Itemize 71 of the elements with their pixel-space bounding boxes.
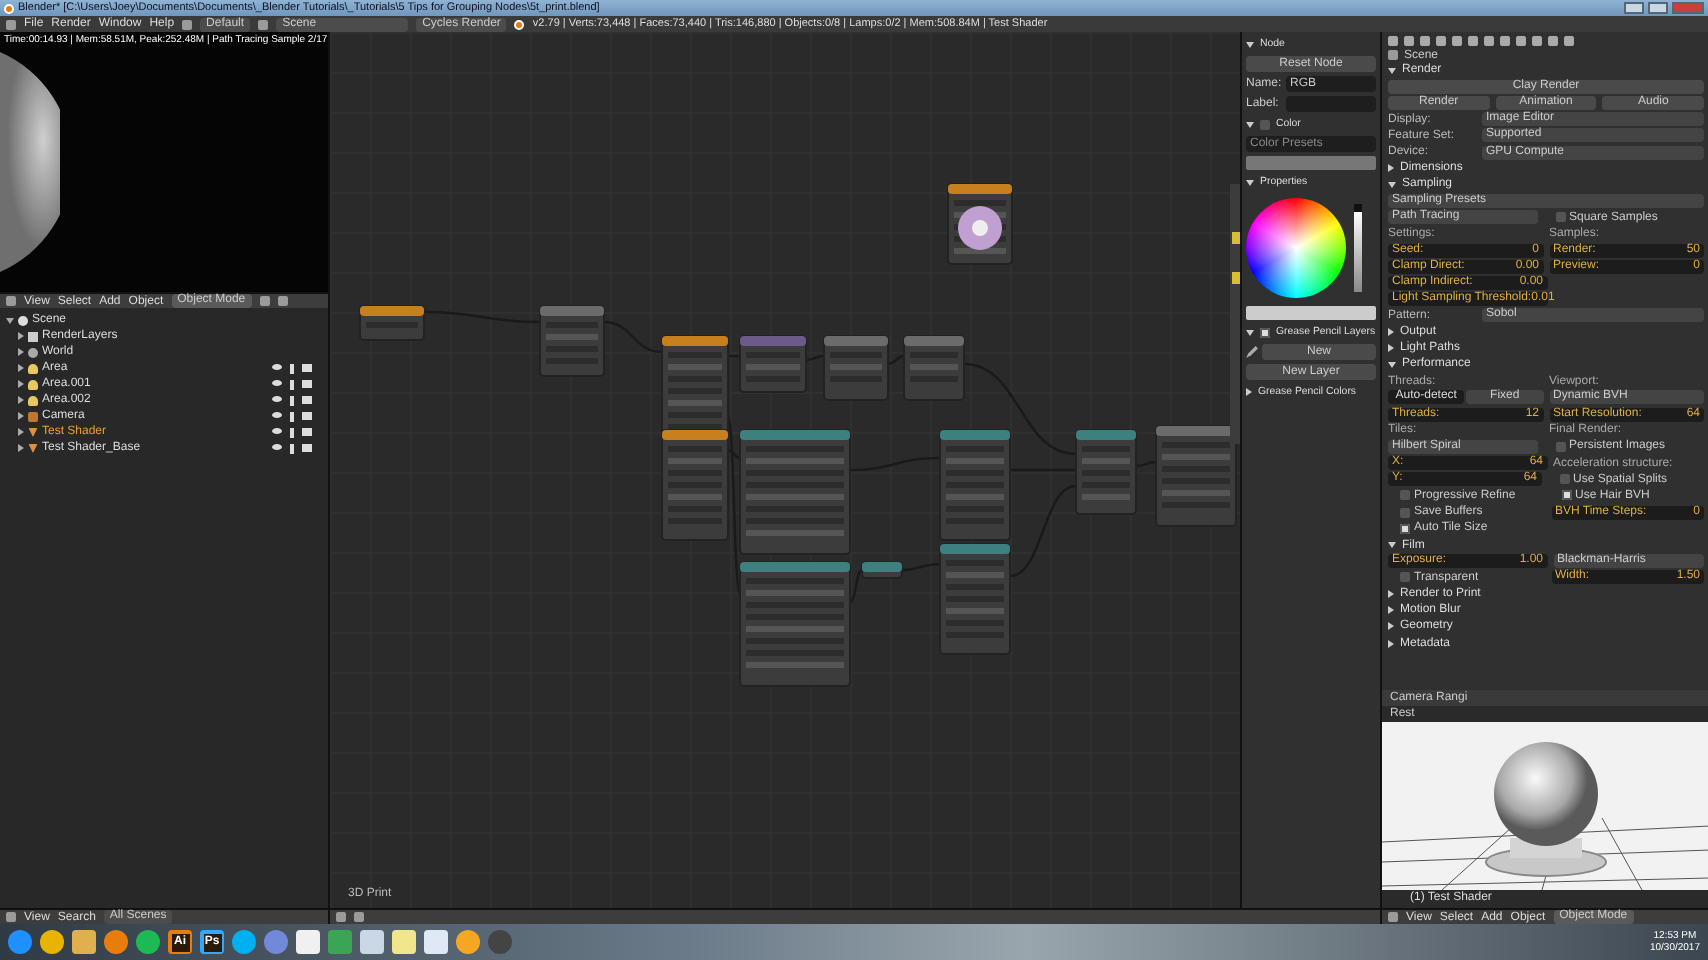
app-icon[interactable] [8, 930, 32, 954]
disclosure-triangle-icon[interactable] [1388, 164, 1394, 173]
checkbox-icon[interactable] [1561, 490, 1571, 501]
checkbox-icon[interactable] [1400, 523, 1410, 534]
shader-node [539, 305, 605, 377]
checkbox[interactable] [1260, 327, 1270, 337]
app-icon[interactable] [136, 930, 160, 954]
node-link [849, 569, 863, 603]
checkbox[interactable] [1260, 119, 1270, 129]
shader-node [939, 429, 1011, 541]
color-swatch[interactable] [1246, 306, 1376, 320]
app-icon[interactable] [456, 930, 480, 954]
disclosure-triangle-icon[interactable] [1388, 361, 1396, 368]
minimize-button[interactable] [1624, 2, 1644, 14]
scene-icon [1388, 50, 1398, 60]
shader-node [1075, 429, 1137, 515]
checkbox-icon[interactable] [1555, 441, 1565, 452]
shading-icon[interactable] [259, 296, 270, 306]
shader-node [359, 305, 425, 341]
disclosure-triangle-icon[interactable] [1388, 328, 1394, 337]
checkbox-icon[interactable] [1559, 474, 1569, 485]
layout-icon[interactable] [182, 19, 193, 29]
scene-icon[interactable] [258, 19, 269, 29]
app-icon[interactable] [232, 930, 256, 954]
color-swatch[interactable] [1246, 156, 1376, 170]
disclosure-triangle-icon[interactable] [1246, 41, 1254, 47]
disclosure-triangle-icon[interactable] [1388, 344, 1394, 353]
shader-node [861, 561, 903, 579]
shader-node [823, 335, 889, 401]
checkbox-icon[interactable] [1400, 572, 1410, 583]
pencil-icon[interactable] [1246, 346, 1258, 358]
node-link [887, 354, 905, 366]
editor-type-icon[interactable] [6, 19, 16, 29]
color-wheel[interactable] [1246, 198, 1346, 298]
layers-icon [28, 331, 38, 341]
shader-node [739, 561, 851, 687]
disclosure-triangle-icon[interactable] [1388, 639, 1394, 648]
checkbox-icon[interactable] [1400, 507, 1410, 518]
blender-logo-icon [4, 3, 14, 13]
shader-node [739, 429, 851, 555]
node-link [849, 456, 941, 472]
blender-logo-icon [514, 19, 525, 29]
disclosure-triangle-icon[interactable] [1246, 121, 1254, 127]
shader-node [903, 335, 965, 401]
shader-node [939, 543, 1011, 655]
disclosure-triangle-icon[interactable] [1246, 179, 1254, 185]
node-link [901, 562, 941, 572]
node-link [963, 362, 1077, 456]
disclosure-triangle-icon[interactable] [1388, 622, 1394, 631]
globe-icon [28, 347, 38, 357]
shader-node [739, 335, 807, 393]
shader-node [947, 183, 1013, 265]
node-link [424, 310, 540, 324]
node-tree-icon[interactable] [354, 912, 364, 922]
pivot-icon[interactable] [277, 296, 288, 306]
maximize-button[interactable] [1648, 2, 1668, 14]
disclosure-triangle-icon[interactable] [1246, 329, 1254, 335]
node-link [1009, 484, 1077, 578]
checkbox-icon[interactable] [1555, 212, 1565, 223]
disclosure-triangle-icon[interactable] [1388, 542, 1396, 549]
disclosure-triangle-icon[interactable] [1388, 606, 1394, 615]
disclosure-triangle-icon[interactable] [1388, 590, 1394, 599]
app-icon[interactable] [104, 930, 128, 954]
node-link [603, 320, 663, 354]
disclosure-triangle-icon[interactable] [1246, 388, 1252, 396]
scene-icon [18, 315, 28, 325]
disclosure-triangle-icon[interactable] [1388, 181, 1396, 188]
camera-icon [28, 411, 38, 421]
app-icon[interactable] [40, 930, 64, 954]
disclosure-triangle-icon[interactable] [1388, 67, 1396, 74]
checkbox-icon[interactable] [1400, 490, 1410, 501]
